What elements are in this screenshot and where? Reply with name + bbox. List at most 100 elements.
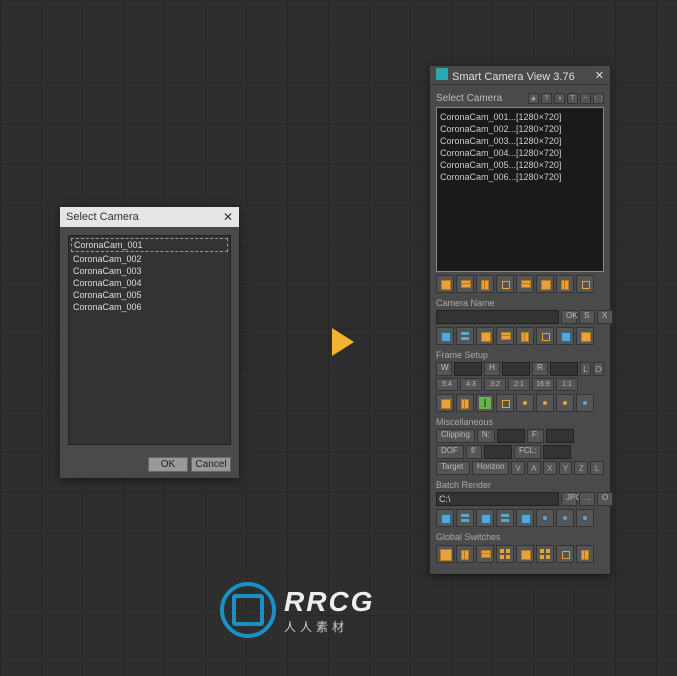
help-icon[interactable]: ?: [541, 93, 552, 104]
preset-icon[interactable]: [516, 394, 534, 412]
l-button[interactable]: L: [590, 461, 604, 475]
preset-icon[interactable]: [496, 394, 514, 412]
layout-icon[interactable]: [556, 275, 574, 293]
preset-icon[interactable]: [436, 394, 454, 412]
t-icon[interactable]: T: [567, 93, 578, 104]
v-button[interactable]: V: [511, 461, 525, 475]
x-button[interactable]: X: [597, 310, 613, 324]
batch-icon[interactable]: [556, 509, 574, 527]
ratio-button[interactable]: 16:9: [532, 378, 554, 391]
l-button[interactable]: L: [580, 362, 591, 376]
switch-icon[interactable]: [456, 545, 474, 563]
width-input[interactable]: [454, 362, 482, 376]
minimize-icon[interactable]: −: [580, 93, 591, 104]
batch-icon[interactable]: [536, 509, 554, 527]
switch-icon[interactable]: [556, 545, 574, 563]
batch-icon[interactable]: [496, 509, 514, 527]
layout-icon[interactable]: [536, 275, 554, 293]
ratio-button[interactable]: 5:4: [436, 378, 458, 391]
view-icon[interactable]: [556, 327, 574, 345]
layout-icon[interactable]: [576, 275, 594, 293]
close-icon[interactable]: ✕: [595, 69, 604, 82]
near-input[interactable]: [497, 429, 525, 443]
ratio-input[interactable]: [550, 362, 578, 376]
preset-icon[interactable]: [476, 394, 494, 412]
list-item[interactable]: CoronaCam_004: [71, 277, 228, 289]
view-icon[interactable]: [436, 327, 454, 345]
open-button[interactable]: O: [597, 492, 613, 506]
s-button[interactable]: S: [579, 310, 595, 324]
switch-icon[interactable]: [576, 545, 594, 563]
list-item[interactable]: CoronaCam_006...[1280×720]: [440, 171, 600, 183]
view-icon[interactable]: [476, 327, 494, 345]
browse-button[interactable]: ...: [579, 492, 595, 506]
batch-icon[interactable]: [476, 509, 494, 527]
switch-icon[interactable]: [476, 545, 494, 563]
list-item[interactable]: CoronaCam_001...[1280×720]: [440, 111, 600, 123]
jpg-button[interactable]: JPG: [561, 492, 577, 506]
preset-icon[interactable]: [576, 394, 594, 412]
switch-icon[interactable]: [496, 545, 514, 563]
list-item[interactable]: CoronaCam_003...[1280×720]: [440, 135, 600, 147]
star-icon[interactable]: ★: [528, 93, 539, 104]
panel-titlebar[interactable]: Smart Camera View 3.76 ✕: [430, 66, 610, 85]
close-icon[interactable]: ✕: [223, 210, 233, 224]
view-icon[interactable]: [496, 327, 514, 345]
o-button[interactable]: O: [593, 362, 604, 376]
clipping-button[interactable]: Clipping: [436, 429, 475, 443]
batch-icon[interactable]: [516, 509, 534, 527]
ratio-button[interactable]: 1:1: [556, 378, 578, 391]
ratio-button[interactable]: 4:3: [460, 378, 482, 391]
layout-icon[interactable]: [496, 275, 514, 293]
camera-name-input[interactable]: [436, 310, 559, 324]
view-icon[interactable]: [516, 327, 534, 345]
menu-icon[interactable]: ⋮⋮: [593, 93, 604, 104]
layout-icon[interactable]: [456, 275, 474, 293]
list-item[interactable]: CoronaCam_006: [71, 301, 228, 313]
ok-button[interactable]: OK: [561, 310, 577, 324]
camera-listbox[interactable]: CoronaCam_001...[1280×720] CoronaCam_002…: [436, 107, 604, 272]
list-item[interactable]: CoronaCam_002...[1280×720]: [440, 123, 600, 135]
select-camera-dialog: Select Camera ✕ CoronaCam_001 CoronaCam_…: [60, 207, 239, 478]
list-item[interactable]: CoronaCam_003: [71, 265, 228, 277]
view-icon[interactable]: [456, 327, 474, 345]
list-item[interactable]: CoronaCam_005: [71, 289, 228, 301]
ok-button[interactable]: OK: [148, 457, 188, 472]
height-input[interactable]: [502, 362, 530, 376]
a-button[interactable]: A: [527, 461, 541, 475]
camera-listbox[interactable]: CoronaCam_001 CoronaCam_002 CoronaCam_00…: [68, 235, 231, 445]
dialog-titlebar[interactable]: Select Camera ✕: [60, 207, 239, 227]
far-input[interactable]: [546, 429, 574, 443]
z-button[interactable]: Z: [574, 461, 588, 475]
y-button[interactable]: Y: [559, 461, 573, 475]
target-button[interactable]: Target: [436, 461, 470, 475]
switch-icon[interactable]: [516, 545, 534, 563]
list-item[interactable]: CoronaCam_004...[1280×720]: [440, 147, 600, 159]
layout-icon[interactable]: [476, 275, 494, 293]
fstop-input[interactable]: [484, 445, 512, 459]
list-item[interactable]: CoronaCam_002: [71, 253, 228, 265]
layout-icon[interactable]: [516, 275, 534, 293]
switch-icon[interactable]: [436, 545, 454, 563]
x-button[interactable]: X: [543, 461, 557, 475]
switch-icon[interactable]: [536, 545, 554, 563]
list-item[interactable]: CoronaCam_005...[1280×720]: [440, 159, 600, 171]
preset-icon[interactable]: [556, 394, 574, 412]
view-icon[interactable]: [536, 327, 554, 345]
ratio-button[interactable]: 3:2: [484, 378, 506, 391]
list-item[interactable]: CoronaCam_001: [71, 238, 228, 252]
fcl-input[interactable]: [543, 445, 571, 459]
layout-icon[interactable]: [436, 275, 454, 293]
horizon-button[interactable]: Horizon: [472, 461, 509, 475]
cancel-button[interactable]: Cancel: [191, 457, 231, 472]
ratio-button[interactable]: 2:1: [508, 378, 530, 391]
preset-icon[interactable]: [536, 394, 554, 412]
batch-icon[interactable]: [576, 509, 594, 527]
theme-icon[interactable]: ◑: [554, 93, 565, 104]
batch-path-input[interactable]: [436, 492, 559, 506]
preset-icon[interactable]: [456, 394, 474, 412]
batch-icon[interactable]: [456, 509, 474, 527]
view-icon[interactable]: [576, 327, 594, 345]
dof-button[interactable]: DOF: [436, 445, 464, 459]
batch-icon[interactable]: [436, 509, 454, 527]
